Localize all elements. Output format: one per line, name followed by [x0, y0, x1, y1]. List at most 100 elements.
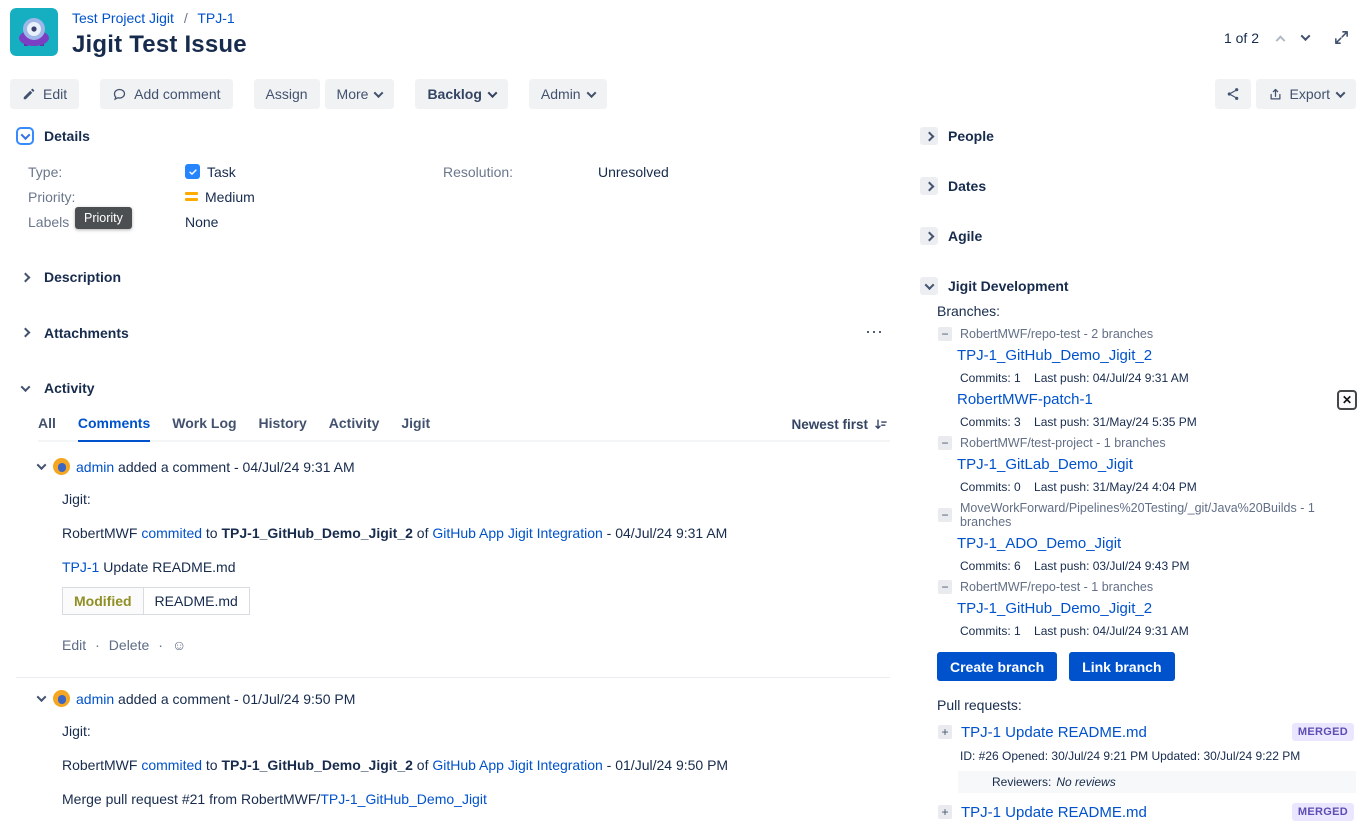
- activity-heading: Activity: [44, 380, 95, 396]
- tab-work-log[interactable]: Work Log: [172, 415, 236, 440]
- tab-all[interactable]: All: [38, 415, 56, 440]
- comment-author-link[interactable]: admin: [76, 691, 114, 707]
- breadcrumb-issue-key-link[interactable]: TPJ-1: [197, 10, 234, 26]
- sort-descending-icon: [873, 417, 888, 432]
- commit-time: - 04/Jul/24 9:31 AM: [603, 525, 728, 541]
- more-button[interactable]: More: [325, 79, 395, 109]
- branch-link[interactable]: RobertMWF-patch-1: [957, 391, 1356, 408]
- comment-delete-button[interactable]: Delete: [109, 637, 149, 653]
- table-row: Modified README.md: [63, 588, 250, 615]
- collapse-minus-button[interactable]: −: [938, 327, 952, 341]
- status-dropdown-button[interactable]: Backlog: [415, 79, 507, 109]
- chevron-down-icon: [1336, 88, 1346, 98]
- link-branch-button[interactable]: Link branch: [1069, 652, 1174, 681]
- chevron-down-icon: [37, 692, 47, 702]
- pull-request-link[interactable]: TPJ-1 Update README.md: [961, 804, 1147, 821]
- smiley-icon: ☺: [172, 637, 186, 653]
- comment-collapse-button[interactable]: [38, 695, 45, 702]
- branch-link[interactable]: TPJ-1_ADO_Demo_Jigit: [957, 535, 1356, 552]
- tab-history[interactable]: History: [259, 415, 307, 440]
- expand-button[interactable]: [1333, 29, 1350, 46]
- attachments-expand-button[interactable]: [16, 324, 34, 342]
- assign-button-label: Assign: [266, 86, 308, 102]
- edit-button[interactable]: Edit: [10, 79, 79, 109]
- merge-branch-link[interactable]: TPJ-1_GitHub_Demo_Jigit: [320, 791, 487, 807]
- admin-dropdown-button[interactable]: Admin: [529, 79, 607, 109]
- collapse-minus-button[interactable]: −: [938, 436, 952, 450]
- create-branch-button[interactable]: Create branch: [937, 652, 1057, 681]
- minus-icon: −: [941, 436, 948, 450]
- reviewers-row: Reviewers: No reviews: [958, 771, 1356, 793]
- branch-last-push: Last push: 03/Jul/24 9:43 PM: [1034, 559, 1189, 573]
- branch-link[interactable]: TPJ-1_GitHub_Demo_Jigit_2: [957, 600, 1356, 617]
- jigit-development-collapse-button[interactable]: [920, 277, 938, 295]
- commit-repo-link[interactable]: GitHub App Jigit Integration: [432, 757, 602, 773]
- pull-request-meta: ID: #26 Opened: 30/Jul/24 9:21 PM Update…: [960, 749, 1356, 763]
- tab-jigit[interactable]: Jigit: [401, 415, 430, 440]
- commit-link[interactable]: commited: [141, 757, 202, 773]
- tab-comments[interactable]: Comments: [78, 415, 150, 442]
- comment-collapse-button[interactable]: [38, 463, 45, 470]
- branch-meta: Commits: 1 Last push: 04/Jul/24 9:31 AM: [960, 371, 1356, 385]
- status-badge: MERGED: [1292, 803, 1354, 821]
- comment-author-link[interactable]: admin: [76, 459, 114, 475]
- file-change-table: Modified README.md: [62, 587, 250, 615]
- collapse-minus-button[interactable]: −: [938, 580, 952, 594]
- pager-next-button[interactable]: [1302, 34, 1309, 41]
- branch-meta: Commits: 6 Last push: 03/Jul/24 9:43 PM: [960, 559, 1356, 573]
- expand-plus-button[interactable]: +: [938, 725, 952, 739]
- breadcrumb-separator: /: [184, 10, 188, 26]
- comment-header-text: admin added a comment - 01/Jul/24 9:50 P…: [76, 691, 355, 707]
- description-expand-button[interactable]: [16, 268, 34, 286]
- share-button[interactable]: [1215, 79, 1251, 109]
- minus-icon: −: [941, 580, 948, 594]
- comment-item: admin added a comment - 01/Jul/24 9:50 P…: [16, 678, 890, 827]
- dates-expand-button[interactable]: [920, 177, 938, 195]
- commit-branch: TPJ-1_GitHub_Demo_Jigit_2: [222, 525, 413, 541]
- tab-activity[interactable]: Activity: [329, 415, 380, 440]
- attachments-more-options-button[interactable]: ⋯: [865, 322, 884, 343]
- details-fields: Type: Task Priority: Medium: [16, 159, 890, 234]
- agile-expand-button[interactable]: [920, 227, 938, 245]
- branch-link[interactable]: TPJ-1_GitLab_Demo_Jigit: [957, 456, 1356, 473]
- add-reaction-button[interactable]: ☺: [172, 637, 186, 653]
- commit-message-line: TPJ-1 Update README.md: [62, 823, 890, 827]
- close-panel-button[interactable]: ✕: [1337, 390, 1357, 410]
- toolbar: Edit Add comment Assign More Backlog Adm…: [0, 59, 1364, 109]
- add-comment-button[interactable]: Add comment: [100, 79, 232, 109]
- branch-link[interactable]: TPJ-1_GitHub_Demo_Jigit_2: [957, 347, 1356, 364]
- description-section-header: Description: [16, 268, 890, 286]
- pull-request-row: + TPJ-1 Update README.md MERGED: [938, 723, 1356, 741]
- sort-order-button[interactable]: Newest first: [791, 417, 888, 440]
- assign-button[interactable]: Assign: [254, 79, 320, 109]
- commit-link[interactable]: commited: [141, 525, 202, 541]
- comment-header: admin added a comment - 04/Jul/24 9:31 A…: [38, 458, 890, 475]
- branch-commits: Commits: 1: [960, 624, 1021, 638]
- expand-plus-button[interactable]: +: [938, 805, 952, 819]
- pull-request-link[interactable]: TPJ-1 Update README.md: [961, 724, 1147, 741]
- minus-icon: −: [941, 327, 948, 341]
- commit-repo-link[interactable]: GitHub App Jigit Integration: [432, 525, 602, 541]
- pager-previous-button[interactable]: [1277, 34, 1284, 41]
- comment-actions: Edit · Delete · ☺: [62, 637, 890, 653]
- export-button[interactable]: Export: [1256, 79, 1356, 109]
- issue-key-link[interactable]: TPJ-1: [62, 559, 99, 575]
- chevron-right-icon: [20, 328, 30, 338]
- breadcrumb-project-link[interactable]: Test Project Jigit: [72, 10, 174, 26]
- activity-tabs: All Comments Work Log History Activity J…: [38, 415, 890, 442]
- dates-section-header: Dates: [920, 177, 1356, 195]
- priority-value: Medium: [185, 189, 255, 205]
- commit-to-text: to: [202, 525, 221, 541]
- type-value-text: Task: [207, 164, 236, 180]
- comment-edit-button[interactable]: Edit: [62, 637, 86, 653]
- activity-collapse-button[interactable]: [16, 379, 34, 397]
- pull-requests-label: Pull requests:: [937, 697, 1356, 713]
- collapse-minus-button[interactable]: −: [938, 508, 952, 522]
- people-expand-button[interactable]: [920, 127, 938, 145]
- comment-item: admin added a comment - 04/Jul/24 9:31 A…: [16, 442, 890, 653]
- details-collapse-button[interactable]: [16, 127, 34, 145]
- merge-line: Merge pull request #21 from RobertMWF/TP…: [62, 789, 890, 809]
- labels-value: None: [185, 214, 218, 230]
- add-comment-button-label: Add comment: [134, 86, 220, 102]
- details-section-header: Details: [16, 127, 890, 145]
